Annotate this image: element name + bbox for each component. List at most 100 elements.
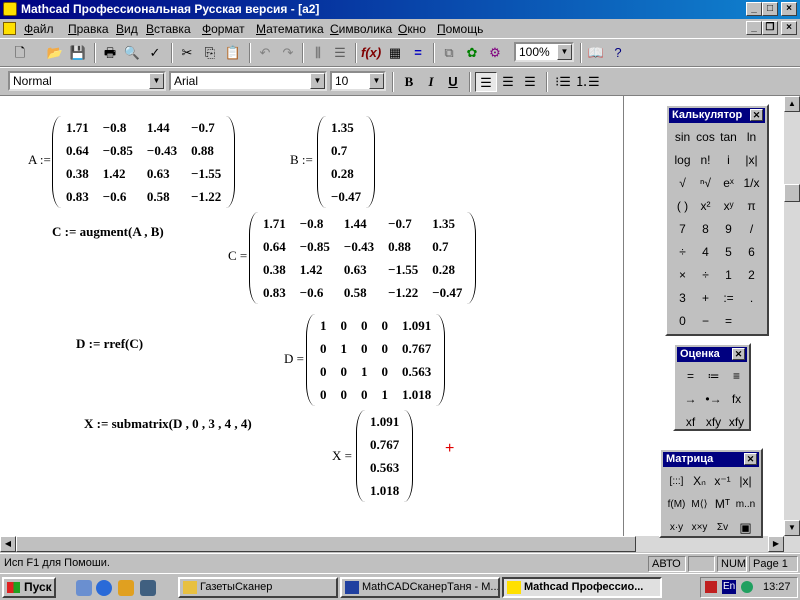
channels-icon[interactable] (140, 580, 156, 596)
menu-file[interactable]: Файл (24, 22, 54, 36)
scroll-down-icon[interactable]: ▼ (784, 520, 800, 536)
sin-button[interactable]: sin (671, 126, 694, 149)
minus-button[interactable]: − (694, 310, 717, 333)
paste-icon[interactable]: 📋 (223, 43, 243, 63)
sqrt-button[interactable]: √ (671, 172, 694, 195)
insert-matrix-button[interactable]: [:::] (665, 470, 688, 493)
tray-network-icon[interactable] (741, 581, 753, 593)
determinant-button[interactable]: |x| (734, 470, 757, 493)
insert-component-icon[interactable]: ✿ (462, 43, 482, 63)
postfix-operator-button[interactable]: xf (679, 411, 702, 434)
matrix-b[interactable]: 1.35 0.7 0.28 −0.47 (317, 116, 376, 208)
internet-explorer-icon[interactable] (96, 580, 112, 596)
equals-button[interactable]: = (717, 310, 740, 333)
pi-button[interactable]: π (740, 195, 763, 218)
log-button[interactable]: log (671, 149, 694, 172)
vector-sum-button[interactable]: Σv (711, 516, 734, 539)
tan-button[interactable]: tan (717, 126, 740, 149)
numbered-list-icon[interactable]: ⒈☰ (575, 72, 600, 92)
align-right-icon[interactable]: ☰ (519, 72, 541, 92)
ln-button[interactable]: ln (740, 126, 763, 149)
matrix-palette-title[interactable]: Матрица ✕ (663, 452, 759, 467)
font-size-select[interactable]: 10 ▼ (330, 71, 386, 91)
italic-button[interactable]: I (420, 72, 442, 92)
menu-view[interactable]: Вид (116, 22, 138, 36)
scroll-left-icon[interactable]: ◀ (0, 536, 16, 552)
abs-button[interactable]: |x| (740, 149, 763, 172)
menu-format[interactable]: Формат (202, 22, 245, 36)
divide-button[interactable]: / (740, 218, 763, 241)
d-definition[interactable]: D := rref(C) (76, 336, 143, 352)
digit-2-button[interactable]: 2 (740, 264, 763, 287)
bullet-list-icon[interactable]: ⁝☰ (552, 72, 574, 92)
matrix-subscript-button[interactable]: Xₙ (688, 470, 711, 493)
division-sign-button[interactable]: ÷ (694, 264, 717, 287)
vertical-scroll-thumb[interactable] (784, 184, 800, 202)
digit-4-button[interactable]: 4 (694, 241, 717, 264)
symbolic-evaluate-button[interactable]: → (679, 388, 702, 411)
doc-restore-button[interactable]: ❐ (762, 21, 778, 35)
nth-root-button[interactable]: ⁿ√ (694, 172, 717, 195)
reciprocal-button[interactable]: 1/x (740, 172, 763, 195)
multiply-button[interactable]: × (671, 264, 694, 287)
task-mathcad-professional[interactable]: Mathcad Профессио... (502, 577, 662, 598)
align-left-icon[interactable]: ☰ (475, 72, 497, 92)
dot-product-button[interactable]: x·y (665, 516, 688, 539)
prefix-operator-button[interactable]: fx (725, 388, 748, 411)
redo-icon[interactable]: ↷ (278, 43, 298, 63)
insert-unit-icon[interactable]: ▦ (385, 43, 405, 63)
clock[interactable]: 13:27 (763, 578, 791, 597)
insert-hyperlink-icon[interactable]: ⧉ (439, 43, 459, 63)
vertical-scrollbar[interactable]: ▲ ▼ (784, 96, 800, 552)
underline-button[interactable]: U (442, 72, 464, 92)
menu-insert[interactable]: Вставка (146, 22, 191, 36)
close-icon[interactable]: ✕ (750, 109, 763, 121)
new-document-icon[interactable]: 🗋 (10, 43, 30, 63)
square-button[interactable]: x² (694, 195, 717, 218)
align-down-icon[interactable]: ☰ (330, 43, 350, 63)
align-across-icon[interactable]: ⫼ (308, 43, 328, 63)
bold-button[interactable]: B (398, 72, 420, 92)
decimal-point-button[interactable]: . (740, 287, 763, 310)
zoom-select[interactable]: 100% ▼ (514, 42, 574, 62)
align-center-icon[interactable]: ☰ (497, 72, 519, 92)
chevron-down-icon[interactable]: ▼ (310, 73, 325, 89)
digit-8-button[interactable]: 8 (694, 218, 717, 241)
factorial-button[interactable]: n! (694, 149, 717, 172)
mathcad-app-icon[interactable] (3, 2, 17, 16)
scroll-right-icon[interactable]: ▶ (768, 536, 784, 552)
digit-9-button[interactable]: 9 (717, 218, 740, 241)
inline-divide-button[interactable]: ÷ (671, 241, 694, 264)
x-definition[interactable]: X := submatrix(D , 0 , 3 , 4 , 4) (84, 416, 252, 432)
digit-1-button[interactable]: 1 (717, 264, 740, 287)
definition-button[interactable]: ≔ (702, 365, 725, 388)
c-definition[interactable]: C := augment(A , B) (52, 224, 164, 240)
vectorize-button[interactable]: f(M) (665, 493, 688, 516)
matrix-a[interactable]: 1.71 −0.8 1.44 −0.7 0.64 −0.85 −0.43 0.88 0.38… (52, 116, 236, 208)
matrix-x[interactable]: 1.091 0.767 0.563 1.018 (356, 410, 414, 502)
save-icon[interactable]: 💾 (68, 43, 88, 63)
language-indicator[interactable]: En (722, 580, 737, 594)
style-select[interactable]: Normal ▼ (8, 71, 166, 91)
doc-minimize-button[interactable]: _ (746, 21, 762, 35)
matrix-d[interactable]: 1 0 0 0 1.091 0 1 0 0 0.767 0 0 1 0 0.563 0 0 0 1 1.018 (306, 314, 446, 406)
menu-window[interactable]: Окно (398, 22, 426, 36)
cross-product-button[interactable]: x×y (688, 516, 711, 539)
evaluation-palette-title[interactable]: Оценка ✕ (677, 347, 747, 362)
font-select[interactable]: Arial ▼ (169, 71, 327, 91)
tray-app-icon[interactable] (705, 581, 717, 593)
matrix-inverse-button[interactable]: x⁻¹ (711, 470, 734, 493)
assign-button[interactable]: := (717, 287, 740, 310)
task-gazety-skaner[interactable]: ГазетыСканер (178, 577, 338, 598)
print-preview-icon[interactable]: 🔍 (122, 43, 142, 63)
numeric-evaluate-button[interactable]: = (679, 365, 702, 388)
show-desktop-icon[interactable] (76, 580, 92, 596)
digit-5-button[interactable]: 5 (717, 241, 740, 264)
matrix-c[interactable]: 1.71 −0.8 1.44 −0.7 1.35 0.64 −0.85 −0.43 0.88 0… (249, 212, 477, 304)
menu-help[interactable]: Помощь (437, 22, 483, 36)
minimize-button[interactable]: _ (746, 2, 762, 16)
infix-operator-button[interactable]: xfy (702, 411, 725, 434)
imaginary-button[interactable]: i (717, 149, 740, 172)
power-button[interactable]: xʸ (717, 195, 740, 218)
digit-3-button[interactable]: 3 (671, 287, 694, 310)
